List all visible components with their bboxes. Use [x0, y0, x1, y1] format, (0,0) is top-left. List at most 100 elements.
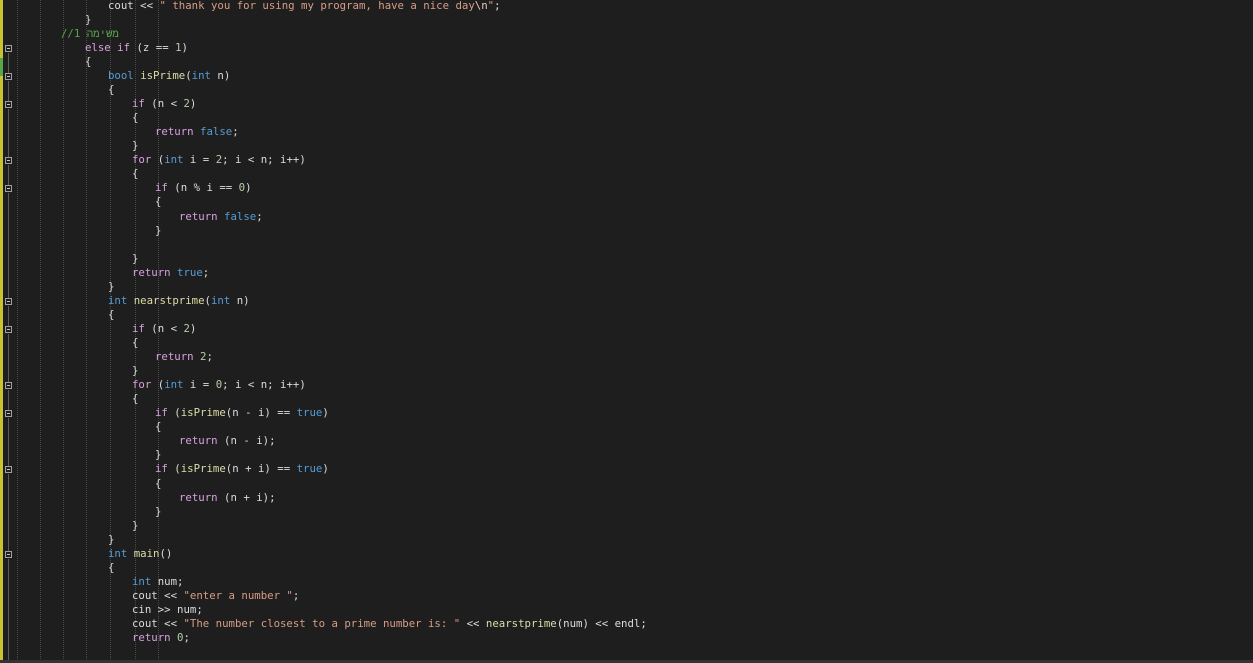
- code-line[interactable]: }: [108, 533, 114, 547]
- code-line[interactable]: int num;: [132, 575, 184, 589]
- fold-collapse-icon[interactable]: [5, 382, 12, 389]
- code-line[interactable]: {: [132, 336, 138, 350]
- code-line[interactable]: {: [155, 477, 161, 491]
- code-line[interactable]: }: [132, 252, 138, 266]
- code-token: ;: [292, 589, 300, 602]
- code-line[interactable]: return true;: [132, 266, 209, 280]
- code-line[interactable]: return false;: [179, 210, 263, 224]
- fold-collapse-icon[interactable]: [5, 73, 12, 80]
- code-token: }: [155, 224, 162, 237]
- fold-region-line: [8, 165, 9, 185]
- code-line[interactable]: {: [132, 167, 138, 181]
- code-line[interactable]: }: [85, 13, 91, 27]
- code-line[interactable]: for (int i = 0; i < n; i++): [132, 378, 306, 392]
- code-token: ): [245, 181, 252, 194]
- code-line[interactable]: }: [108, 280, 114, 294]
- fold-region-line: [8, 559, 9, 663]
- code-line[interactable]: if (isPrime(n - i) == true): [155, 406, 329, 420]
- code-line[interactable]: if (n % i == 0): [155, 181, 252, 195]
- code-line[interactable]: return false;: [155, 125, 239, 139]
- fold-collapse-icon[interactable]: [5, 466, 12, 473]
- fold-collapse-icon[interactable]: [5, 101, 12, 108]
- code-token: i =: [183, 378, 216, 391]
- code-token: int: [164, 153, 184, 166]
- code-token: (n <: [144, 322, 184, 335]
- code-line[interactable]: bool isPrime(int n): [108, 69, 230, 83]
- code-token: cout <<: [132, 617, 184, 630]
- code-token: }: [108, 533, 115, 546]
- code-token: (n - i);: [217, 434, 276, 447]
- code-token: }: [132, 519, 139, 532]
- code-line[interactable]: //1 משימה: [61, 27, 119, 41]
- code-token: i =: [183, 153, 216, 166]
- code-line[interactable]: for (int i = 2; i < n; i++): [132, 153, 306, 167]
- code-line[interactable]: }: [155, 224, 161, 238]
- code-token: }: [132, 252, 139, 265]
- code-token: (: [151, 153, 165, 166]
- code-token: (n % i ==: [167, 181, 239, 194]
- code-line[interactable]: {: [108, 308, 114, 322]
- code-line[interactable]: else if (z == 1): [85, 41, 188, 55]
- code-token: isPrime: [180, 406, 226, 419]
- indent-guide: [86, 0, 87, 663]
- fold-region-line: [8, 474, 9, 551]
- code-editor[interactable]: cout << " thank you for using my program…: [0, 0, 1253, 663]
- code-line[interactable]: {: [155, 420, 161, 434]
- code-line[interactable]: }: [155, 505, 161, 519]
- code-token: else if: [85, 41, 131, 54]
- code-line[interactable]: return 0;: [132, 631, 190, 645]
- code-token: {: [108, 561, 115, 574]
- fold-collapse-icon[interactable]: [5, 185, 12, 192]
- code-line[interactable]: if (isPrime(n + i) == true): [155, 462, 329, 476]
- code-line[interactable]: if (n < 2): [132, 97, 196, 111]
- code-token: return: [132, 631, 171, 644]
- code-line[interactable]: int nearstprime(int n): [108, 294, 250, 308]
- code-line[interactable]: return 2;: [155, 350, 213, 364]
- fold-collapse-icon[interactable]: [5, 326, 12, 333]
- code-line[interactable]: {: [85, 55, 91, 69]
- code-line[interactable]: return (n + i);: [179, 491, 276, 505]
- fold-collapse-icon[interactable]: [5, 551, 12, 558]
- code-token: if: [155, 406, 168, 419]
- code-token: bool: [108, 69, 134, 82]
- code-line[interactable]: {: [108, 83, 114, 97]
- code-line[interactable]: }: [132, 364, 138, 378]
- code-line[interactable]: }: [132, 519, 138, 533]
- code-line[interactable]: cout << "The number closest to a prime n…: [132, 617, 647, 631]
- code-line[interactable]: {: [155, 195, 161, 209]
- fold-collapse-icon[interactable]: [5, 157, 12, 164]
- code-token: (n <: [144, 97, 184, 110]
- code-line[interactable]: {: [132, 392, 138, 406]
- fold-collapse-icon[interactable]: [5, 45, 12, 52]
- fold-region-line: [8, 53, 9, 73]
- code-line[interactable]: }: [155, 448, 161, 462]
- code-token: ;: [206, 350, 213, 363]
- code-token: ; i < n; i++): [222, 378, 306, 391]
- code-token: nearstprime: [485, 617, 557, 630]
- code-line[interactable]: return (n - i);: [179, 434, 276, 448]
- code-line[interactable]: cin >> num;: [132, 603, 203, 617]
- code-token: int: [210, 294, 231, 307]
- code-token: (n + i) ==: [225, 462, 297, 475]
- code-token: }: [155, 448, 162, 461]
- fold-collapse-icon[interactable]: [5, 298, 12, 305]
- code-token: if: [132, 97, 145, 110]
- code-line[interactable]: }: [132, 139, 138, 153]
- code-token: if: [155, 181, 168, 194]
- code-line[interactable]: {: [108, 561, 114, 575]
- code-token: <<: [460, 617, 486, 630]
- code-token: return: [179, 210, 218, 223]
- code-token: }: [132, 364, 139, 377]
- code-line[interactable]: cout << "enter a number ";: [132, 589, 299, 603]
- code-token: ): [189, 322, 197, 335]
- code-token: ): [181, 41, 188, 54]
- code-line[interactable]: cout << " thank you for using my program…: [108, 0, 501, 13]
- saved-change-bar: [0, 58, 3, 76]
- code-token: {: [155, 420, 162, 433]
- code-token: }: [155, 505, 162, 518]
- code-line[interactable]: if (n < 2): [132, 322, 196, 336]
- fold-collapse-icon[interactable]: [5, 410, 12, 417]
- code-line[interactable]: {: [132, 111, 138, 125]
- code-line[interactable]: int main(): [108, 547, 172, 561]
- code-token: false: [200, 125, 233, 138]
